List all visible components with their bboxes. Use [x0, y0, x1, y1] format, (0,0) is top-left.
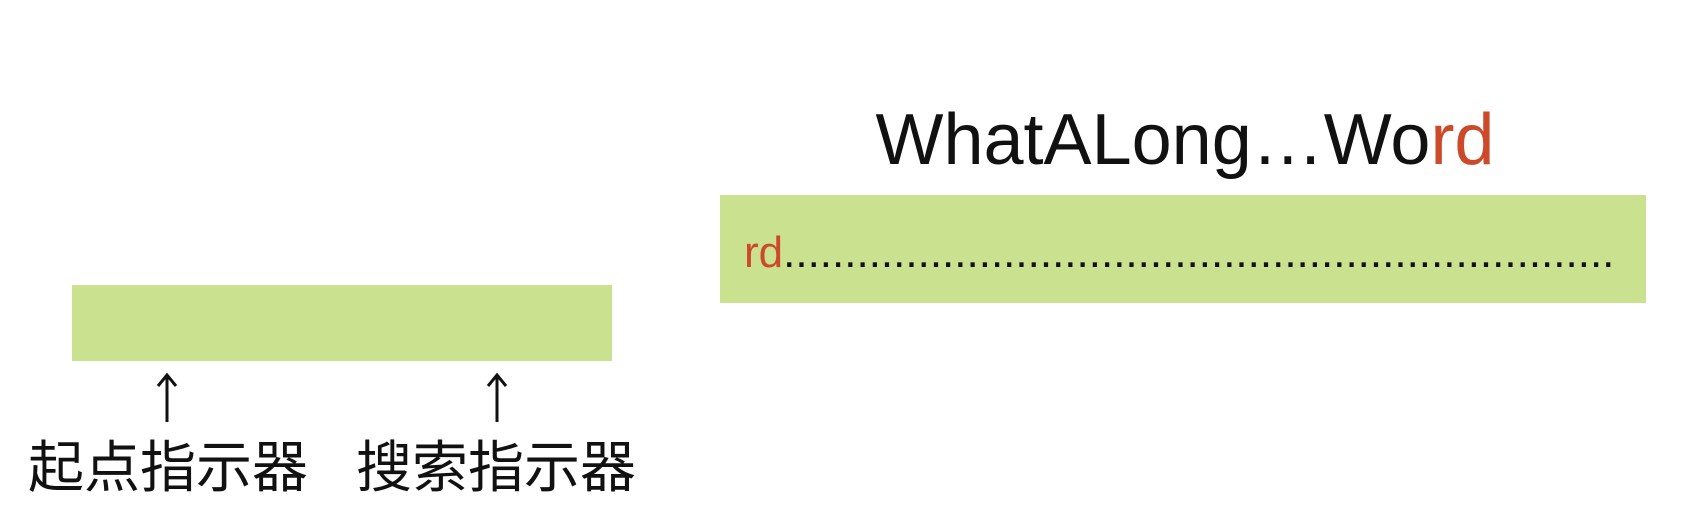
long-word-prefix: WhatALong…Wo [875, 100, 1431, 180]
search-pointer-arrow-icon [482, 372, 512, 424]
buffer-bar-left [72, 285, 612, 361]
long-word-highlight: rd [1430, 100, 1495, 180]
search-pointer-label: 搜索指示器 [356, 436, 636, 501]
buffer-contents: rd......................................… [744, 229, 1614, 277]
buffer-highlight: rd [744, 228, 784, 277]
long-word-title: WhatALong…Word [720, 98, 1650, 182]
start-pointer-label: 起点指示器 [28, 436, 308, 501]
buffer-bar-right: rd......................................… [720, 195, 1646, 303]
start-pointer-arrow-icon [152, 372, 182, 424]
buffer-dots: ........................................… [783, 228, 1615, 277]
